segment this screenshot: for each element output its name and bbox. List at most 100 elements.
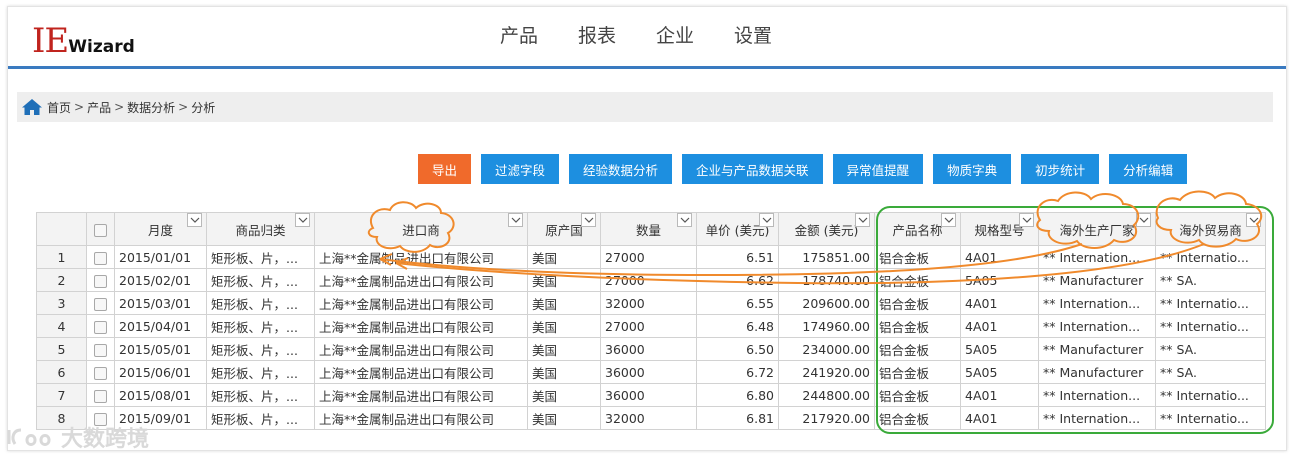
select-all-checkbox[interactable] [94, 223, 107, 237]
column-header[interactable]: 规格型号 [960, 212, 1039, 246]
column-header-label: 商品归类 [235, 222, 286, 238]
table-row[interactable]: 5 2015/05/01 矩形板、片，... 上海**金属制品进出口有限公司 美国 360… [36, 337, 1266, 361]
table-row[interactable]: 7 2015/08/01 矩形板、片，... 上海**金属制品进出口有限公司 美国 360… [36, 383, 1266, 407]
nav-item-settings[interactable]: 设置 [734, 21, 772, 48]
empirical-analysis-button[interactable]: 经验数据分析 [569, 154, 673, 184]
table-cell: 美国 [527, 337, 601, 361]
filter-dropdown-icon[interactable] [855, 213, 870, 227]
filter-dropdown-icon[interactable] [1246, 213, 1261, 227]
table-cell: 6.80 [696, 383, 779, 407]
row-checkbox[interactable] [94, 251, 107, 265]
table-cell: 上海**金属制品进出口有限公司 [314, 406, 528, 430]
filter-fields-button[interactable]: 过滤字段 [481, 154, 560, 184]
table-cell: 4A01 [960, 314, 1039, 338]
column-header[interactable]: 数量 [600, 212, 697, 246]
data-table: 月度 商品归类 进口商 原产国 数量 单价 (美元) 金额 (美元) 产品名称 … [36, 212, 1266, 430]
nav-item-enterprise[interactable]: 企业 [656, 21, 694, 48]
filter-dropdown-icon[interactable] [941, 213, 956, 227]
company-product-link-button[interactable]: 企业与产品数据关联 [682, 154, 823, 184]
chevron-right-icon: > [74, 100, 85, 114]
column-header-inner: 金额 (美元) [783, 213, 870, 239]
logo-ie-text: IE [32, 21, 69, 61]
table-cell: 上海**金属制品进出口有限公司 [314, 268, 528, 292]
table-cell: ** SA. [1155, 268, 1266, 292]
breadcrumb-products[interactable]: 产品 [87, 99, 111, 116]
nav-item-reports[interactable]: 报表 [578, 21, 616, 48]
chevron-right-icon: > [178, 100, 189, 114]
table-cell: ** Internation... [1038, 314, 1156, 338]
table-cell: 矩形板、片，... [206, 291, 315, 315]
column-header-inner: 原产国 [532, 213, 596, 239]
column-header[interactable]: 商品归类 [206, 212, 315, 246]
table-row[interactable]: 2 2015/02/01 矩形板、片，... 上海**金属制品进出口有限公司 美国 270… [36, 268, 1266, 292]
export-button[interactable]: 导出 [418, 154, 472, 184]
table-row[interactable]: 1 2015/01/01 矩形板、片，... 上海**金属制品进出口有限公司 美国 270… [36, 245, 1266, 269]
table-cell: 矩形板、片，... [206, 268, 315, 292]
column-header-inner: 单价 (美元) [701, 213, 774, 239]
filter-dropdown-icon[interactable] [1136, 213, 1151, 227]
table-cell: 4A01 [960, 291, 1039, 315]
main-nav: 产品 报表 企业 设置 [500, 21, 812, 48]
filter-dropdown-icon[interactable] [581, 213, 596, 227]
table-cell: 矩形板、片，... [206, 406, 315, 430]
column-header[interactable]: 海外生产厂家 [1038, 212, 1156, 246]
row-number: 6 [36, 360, 87, 384]
column-header-inner: 产品名称 [879, 213, 956, 239]
table-cell: ** Internatio... [1155, 245, 1266, 269]
nav-item-products[interactable]: 产品 [500, 21, 538, 48]
table-cell: 美国 [527, 383, 601, 407]
filter-dropdown-icon[interactable] [187, 213, 202, 227]
column-header[interactable]: 月度 [114, 212, 207, 246]
rownum-header [36, 212, 87, 246]
breadcrumb-data-analysis[interactable]: 数据分析 [127, 99, 175, 116]
table-cell: 铝合金板 [874, 291, 961, 315]
table-cell: ** Internatio... [1155, 406, 1266, 430]
table-row[interactable]: 6 2015/06/01 矩形板、片，... 上海**金属制品进出口有限公司 美国 360… [36, 360, 1266, 384]
table-cell: 2015/05/01 [114, 337, 207, 361]
column-header[interactable]: 原产国 [527, 212, 601, 246]
home-icon[interactable] [21, 98, 43, 116]
row-checkbox[interactable] [94, 320, 107, 334]
filter-dropdown-icon[interactable] [508, 213, 523, 227]
column-header[interactable]: 产品名称 [874, 212, 961, 246]
column-header[interactable]: 海外贸易商 [1155, 212, 1266, 246]
column-header[interactable]: 进口商 [314, 212, 528, 246]
breadcrumb-analysis: 分析 [191, 100, 216, 115]
table-cell: 上海**金属制品进出口有限公司 [314, 383, 528, 407]
row-checkbox[interactable] [94, 274, 107, 288]
filter-dropdown-icon[interactable] [1019, 213, 1034, 227]
column-header[interactable]: 金额 (美元) [778, 212, 875, 246]
column-header[interactable]: 单价 (美元) [696, 212, 779, 246]
table-cell: 175851.00 [778, 245, 875, 269]
row-number: 5 [36, 337, 87, 361]
filter-dropdown-icon[interactable] [295, 213, 310, 227]
table-row[interactable]: 3 2015/03/01 矩形板、片，... 上海**金属制品进出口有限公司 美国 320… [36, 291, 1266, 315]
row-checkbox[interactable] [94, 389, 107, 403]
filter-dropdown-icon[interactable] [677, 213, 692, 227]
preliminary-stats-button[interactable]: 初步统计 [1021, 154, 1100, 184]
material-dictionary-button[interactable]: 物质字典 [933, 154, 1012, 184]
watermark: 大数跨境 [5, 421, 149, 453]
table-cell: 5A05 [960, 337, 1039, 361]
edit-analysis-button[interactable]: 分析编辑 [1109, 154, 1188, 184]
filter-dropdown-icon[interactable] [759, 213, 774, 227]
table-cell: 矩形板、片，... [206, 245, 315, 269]
row-checkbox[interactable] [94, 297, 107, 311]
table-cell: ** Manufacturer [1038, 268, 1156, 292]
table-row[interactable]: 4 2015/04/01 矩形板、片，... 上海**金属制品进出口有限公司 美国 270… [36, 314, 1266, 338]
breadcrumb-home[interactable]: 首页 [47, 99, 71, 116]
table-cell: 铝合金板 [874, 406, 961, 430]
table-cell: 铝合金板 [874, 337, 961, 361]
table-cell: 2015/03/01 [114, 291, 207, 315]
table-row[interactable]: 8 2015/09/01 矩形板、片，... 上海**金属制品进出口有限公司 美国 320… [36, 406, 1266, 430]
column-header-inner: 数量 [605, 213, 692, 239]
anomaly-alert-button[interactable]: 异常值提醒 [832, 154, 924, 184]
table-cell: 美国 [527, 268, 601, 292]
column-header-label: 海外贸易商 [1179, 222, 1242, 238]
table-cell: ** Internatio... [1155, 291, 1266, 315]
column-header-inner: 规格型号 [965, 213, 1034, 239]
column-header-inner: 进口商 [319, 213, 523, 239]
row-checkbox[interactable] [94, 343, 107, 357]
table-cell: 铝合金板 [874, 245, 961, 269]
row-checkbox[interactable] [94, 366, 107, 380]
